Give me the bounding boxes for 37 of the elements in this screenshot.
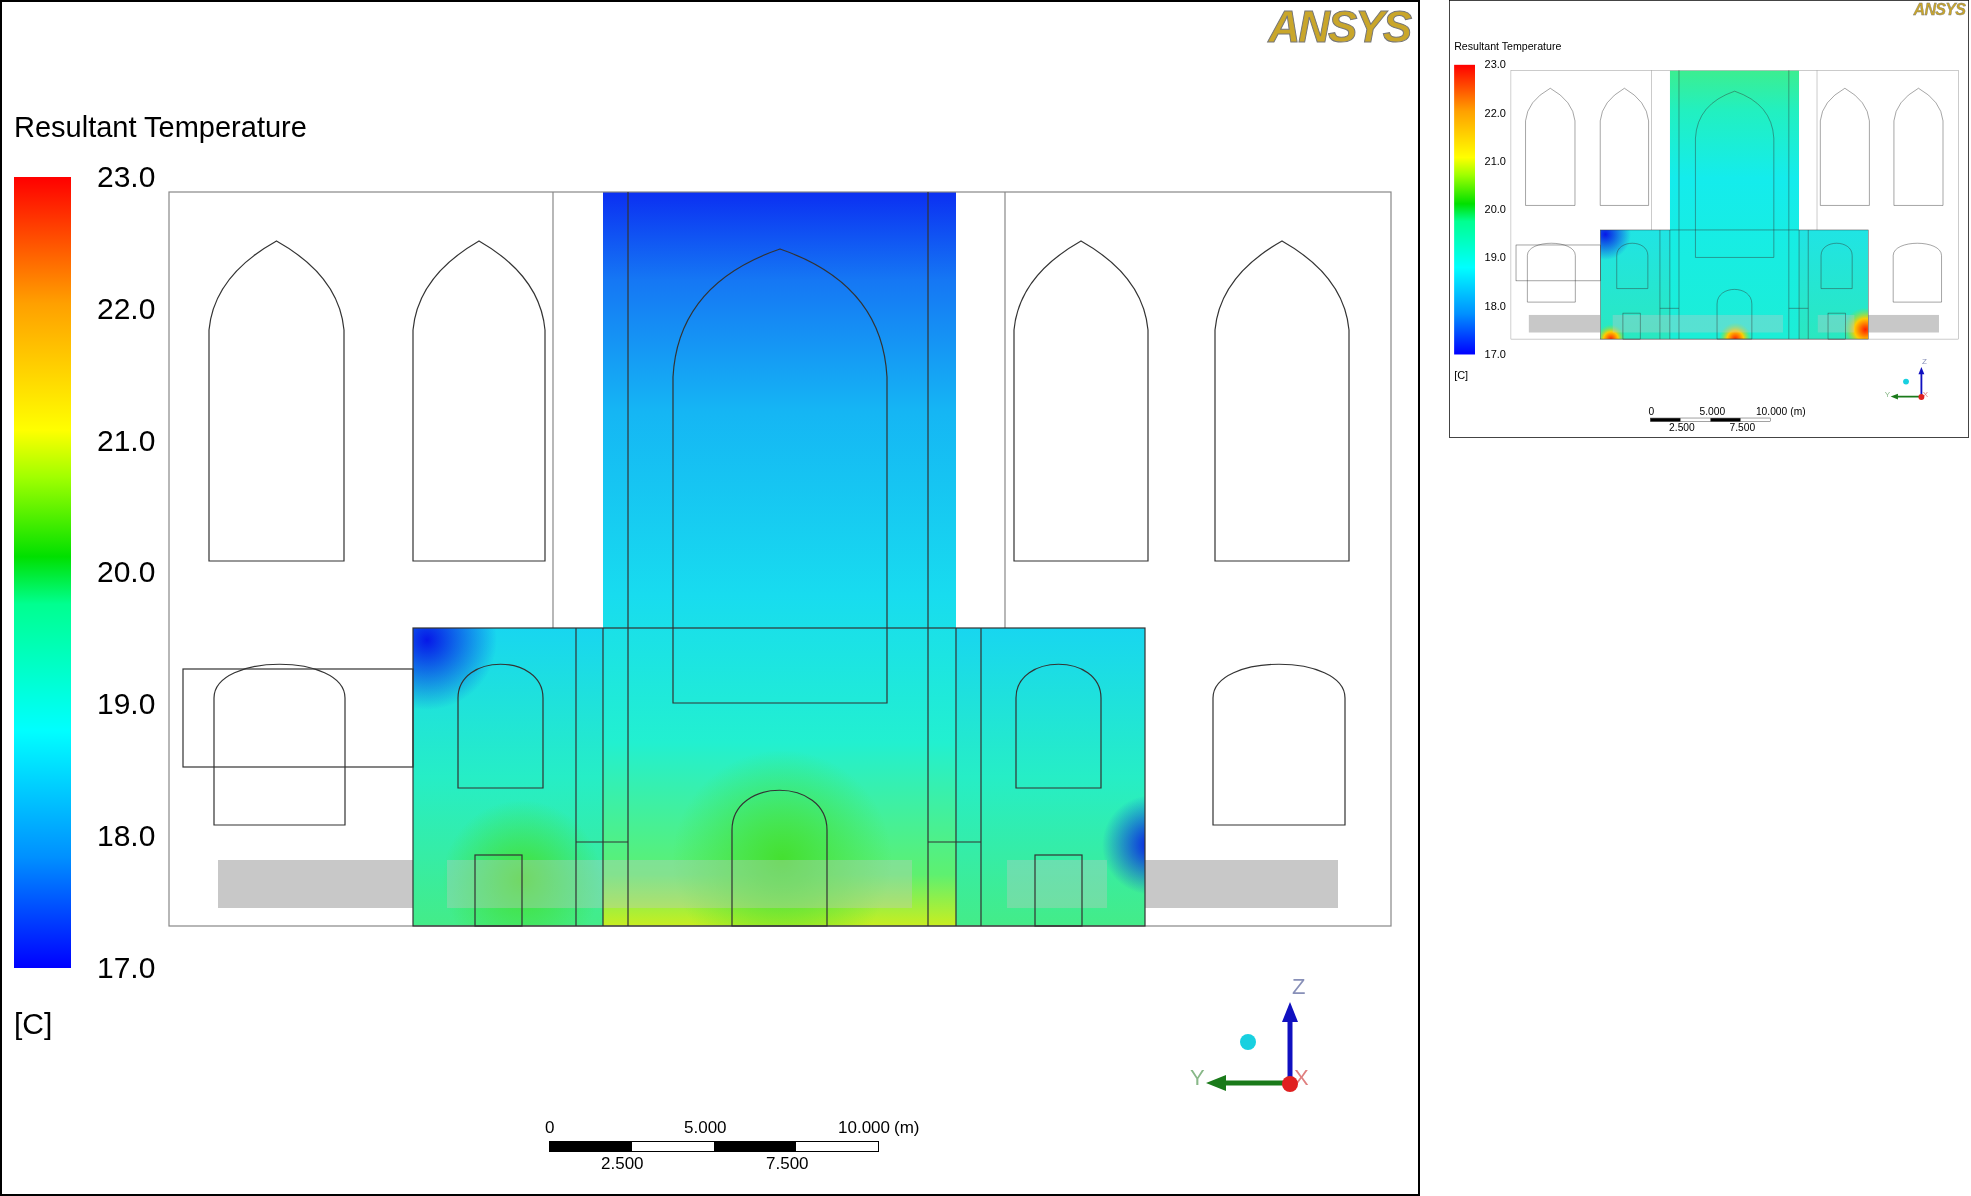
legend-title: Resultant Temperature [1454,40,1562,53]
legend-tick-label: 22.0 [97,290,156,327]
scale-label: 10.000 [838,1118,890,1138]
axis-label: Z [1292,974,1306,999]
legend-tick-label: 23.0 [97,159,156,195]
legend-unit: [C] [1454,368,1469,381]
legend-unit: [C] [14,1007,53,1040]
legend-tick-label: 17.0 [1484,347,1506,362]
scale-label: 2.500 [601,1154,644,1174]
legend-tick-label: 22.0 [1484,106,1506,120]
legend-tick-label: 23.0 [1484,58,1506,72]
scale-unit: (m) [894,1118,920,1138]
legend-tick-label: 18.0 [1484,299,1506,313]
axis-arrows-drawing [1890,366,1925,400]
legend-tick-label: 17.0 [97,949,156,986]
legend-tick-label: 20.0 [97,554,156,591]
logo: ANSYS [1913,1,1966,20]
scale-label: 0 [1648,406,1655,417]
legend-tick-label: 21.0 [97,422,156,459]
scale-label: 0 [545,1118,555,1138]
legend-tick-label: 20.0 [1484,203,1506,217]
legend-tick-label: 21.0 [1484,154,1506,168]
scale-unit: (m) [1790,406,1806,417]
scale-label: 2.500 [1669,422,1695,433]
sphere-icon [1240,1034,1256,1050]
sphere-icon [1903,378,1909,385]
logo: ANSYS [1268,4,1410,52]
legend-title: Resultant Temperature [14,111,307,143]
axis-label: Y [1190,1065,1205,1090]
legend-tick-label: 18.0 [97,818,156,855]
scale-label: 7.500 [766,1154,809,1174]
scale-label: 10.000 [1755,406,1788,417]
scale-label: 5.000 [684,1118,727,1138]
legend-tick-label: 19.0 [97,686,156,723]
scale-label: 7.500 [1729,422,1756,433]
legend-tick-label: 19.0 [1484,251,1506,265]
scale-label: 5.000 [1699,406,1726,417]
